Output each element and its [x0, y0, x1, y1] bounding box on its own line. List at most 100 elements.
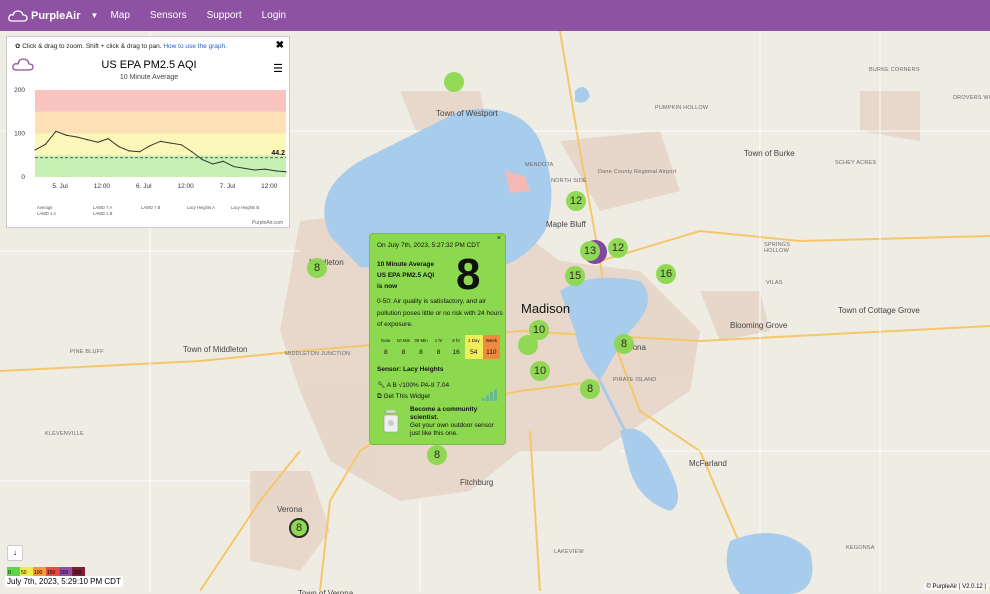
x-tick-label: 12:00	[94, 183, 111, 190]
legend-item[interactable]: Lacy Heights A	[187, 205, 215, 210]
nav-sensors[interactable]: Sensors	[150, 10, 187, 21]
sensor-marker[interactable]: 8	[580, 379, 600, 399]
data-point	[65, 134, 67, 136]
popup-cta[interactable]: Become a community scientist. Get your o…	[410, 406, 505, 438]
table-value-cell: 110	[482, 346, 501, 359]
table-value-cell: 8	[377, 346, 395, 359]
scale-segment: 0	[7, 567, 20, 576]
sensor-marker[interactable]: 8	[307, 258, 327, 278]
scale-segment: 150	[46, 567, 59, 576]
get-widget-link[interactable]: ⧉ Get This Widget	[377, 393, 430, 401]
nav-support[interactable]: Support	[207, 10, 242, 21]
aqi-band	[35, 111, 286, 134]
table-header-cell: Now	[377, 335, 395, 346]
nav-map[interactable]: Map	[110, 10, 129, 21]
data-point	[222, 160, 224, 162]
graph-panel: ✿ Click & drag to zoom. Shift + click & …	[6, 36, 290, 228]
sensor-marker[interactable]: 15	[565, 266, 585, 286]
map-label: Town of Burke	[744, 149, 795, 158]
map-label: Madison	[521, 301, 571, 316]
graph-help-link[interactable]: How to use the graph.	[163, 43, 227, 50]
data-point	[191, 151, 193, 153]
map-label: Town of Middleton	[183, 345, 248, 354]
legend-item[interactable]: LAWD 1 A	[37, 211, 56, 216]
aqi-band	[35, 155, 286, 177]
menu-icon[interactable]: ☰	[273, 62, 283, 75]
get-widget-label: Get This Widget	[383, 393, 430, 400]
map-label: Dane County Regional Airport	[598, 169, 677, 175]
graph-close-button[interactable]: ✖	[276, 40, 284, 51]
popup-cta-title: Become a community scientist.	[410, 406, 478, 421]
aqi-chart[interactable]: 200 100 0 5. Jul 12:00 6. Jul 12:00 7. Jul 12:00…	[7, 82, 291, 222]
sensor-marker[interactable]: 8	[614, 334, 634, 354]
gear-icon[interactable]: ✿	[15, 43, 20, 50]
chart-credit: PurpleAir.com	[251, 220, 283, 226]
map-label: SCHEY ACRES	[835, 160, 877, 166]
popup-averages-table: Now 10 Min 30 Min 1 hr 6 hr 1 Day Week 8 8 8 8 16 5…	[377, 335, 501, 359]
scale-segment: 100	[33, 567, 46, 576]
sensor-marker[interactable]: 12	[608, 238, 628, 258]
popup-avg-line2: US EPA PM2.5 AQI	[377, 272, 435, 279]
popup-table-header-row: Now 10 Min 30 Min 1 hr 6 hr 1 Day Week	[377, 335, 501, 346]
map-label: BURKE CORNERS	[869, 67, 920, 73]
copyright: © PurpleAir | V2.0.12 |	[924, 584, 988, 590]
brand[interactable]: PurpleAir	[8, 10, 81, 22]
x-tick-label: 6. Jul	[136, 183, 152, 190]
sensor-marker[interactable]: 16	[656, 264, 676, 284]
x-tick-label: 5. Jul	[52, 183, 68, 190]
sensor-marker[interactable]	[444, 72, 464, 92]
table-header-cell: 1 hr	[429, 335, 448, 346]
sensor-marker[interactable]: 8	[289, 518, 309, 538]
data-point	[285, 171, 287, 173]
legend-item[interactable]: LAWD 7 A	[93, 205, 112, 210]
sensor-marker[interactable]	[518, 335, 538, 355]
data-point	[86, 138, 88, 141]
popup-sensor-info-text: A B √100% PA-II 7.04	[386, 382, 450, 389]
map-label: NORTH SIDE	[551, 178, 587, 184]
top-nav: PurpleAir ▼ Map Sensors Support Login	[0, 0, 990, 31]
x-tick-label: 12:00	[261, 183, 278, 190]
data-point	[243, 167, 245, 169]
x-tick-label: 7. Jul	[220, 183, 236, 190]
y-tick-label: 200	[14, 87, 25, 94]
popup-close-button[interactable]: ×	[497, 235, 501, 242]
map-label: MENDOTA	[525, 162, 554, 168]
sensor-marker[interactable]: 10	[530, 361, 550, 381]
scale-segment: 50	[20, 567, 33, 576]
data-point	[128, 150, 130, 152]
signal-strength-icon	[482, 389, 497, 401]
table-header-cell: 10 Min	[394, 335, 413, 346]
download-icon[interactable]: ↓	[7, 545, 23, 561]
data-point	[180, 144, 183, 146]
map-timestamp: July 7th, 2023, 5:29:10 PM CDT	[5, 576, 123, 587]
map-label: LAKEVIEW	[554, 549, 584, 555]
data-point	[34, 149, 36, 151]
map-label: VILAS	[766, 280, 783, 286]
data-point	[55, 130, 57, 132]
popup-avg-line1: 10 Minute Average	[377, 261, 434, 268]
map-label: HOLLOW	[764, 248, 790, 254]
table-value-cell: 54	[464, 346, 483, 359]
table-header-cell: 6 hr	[447, 335, 465, 346]
brand-dropdown-icon[interactable]: ▼	[91, 11, 99, 20]
map-label: Town of Westport	[436, 109, 498, 118]
legend-item[interactable]: Average	[37, 205, 53, 210]
sensor-popup: × On July 7th, 2023, 5:27:32 PM CDT 10 M…	[369, 233, 506, 445]
sensor-marker[interactable]: 13	[580, 241, 600, 261]
y-tick-label: 100	[14, 131, 25, 138]
nav-login[interactable]: Login	[262, 10, 286, 21]
table-value-cell: 8	[412, 346, 430, 359]
wrench-icon: 🔧︎	[377, 382, 386, 389]
sensor-marker[interactable]: 12	[566, 191, 586, 211]
data-point	[97, 141, 99, 143]
legend-item[interactable]: LAWD 7 B	[141, 205, 160, 210]
data-point	[44, 143, 47, 145]
sensor-marker[interactable]: 8	[427, 445, 447, 465]
current-level-label: 44.2	[271, 150, 285, 157]
legend-item[interactable]: Lacy Heights B	[231, 205, 259, 210]
popup-sensor-info: 🔧︎ A B √100% PA-II 7.04	[377, 381, 449, 389]
data-point	[254, 169, 256, 171]
legend-item[interactable]: LAWD 1 B	[93, 211, 112, 216]
brand-name: PurpleAir	[31, 9, 81, 22]
popup-aqi-value: 8	[456, 250, 481, 299]
